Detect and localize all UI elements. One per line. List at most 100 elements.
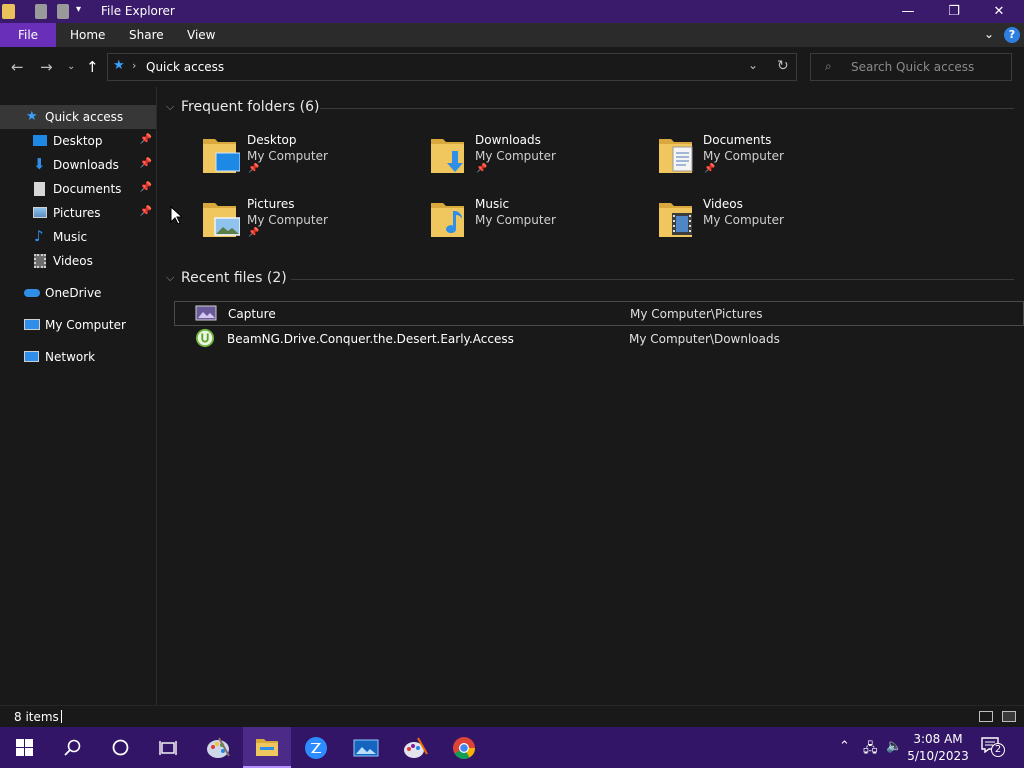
documents-folder-icon	[659, 139, 693, 173]
folder-tile-music[interactable]: Music My Computer	[428, 197, 648, 253]
show-hidden-icons-icon[interactable]: ⌃	[839, 739, 850, 754]
folder-tile-documents[interactable]: Documents My Computer 📌	[656, 133, 876, 189]
network-icon	[24, 351, 39, 362]
desktop-icon	[33, 135, 47, 146]
search-icon: ⌕	[825, 59, 832, 73]
cortana-button[interactable]	[96, 727, 144, 768]
section-heading-recent[interactable]: Recent files (2)	[181, 270, 287, 286]
sidebar-item-pictures[interactable]: Pictures 📌	[0, 201, 156, 225]
notification-badge: 2	[991, 743, 1005, 757]
tab-file[interactable]: File	[0, 23, 56, 47]
photos-app-button[interactable]	[342, 727, 390, 768]
large-icons-view-icon[interactable]	[1002, 711, 1016, 722]
title-bar[interactable]: ▾ File Explorer — ❐ ✕	[0, 0, 1024, 23]
recent-file-row[interactable]: Capture My Computer\Pictures	[174, 301, 1024, 326]
folder-tile-downloads[interactable]: Downloads My Computer 📌	[428, 133, 648, 189]
expand-ribbon-icon[interactable]: ⌄	[984, 27, 994, 41]
refresh-icon[interactable]: ↻	[777, 58, 789, 74]
sidebar-item-label: Pictures	[53, 206, 101, 220]
paint-app-button[interactable]	[194, 727, 242, 768]
sidebar-item-label: My Computer	[45, 318, 126, 332]
chrome-icon	[453, 736, 475, 759]
zoom-app-button[interactable]	[292, 727, 340, 768]
network-status-icon[interactable]: 🖧	[863, 739, 878, 761]
tab-share[interactable]: Share	[115, 23, 178, 47]
breadcrumb-separator-icon[interactable]: ›	[132, 59, 136, 72]
document-icon	[34, 182, 45, 196]
folder-location: My Computer	[703, 149, 784, 163]
help-icon[interactable]: ?	[1004, 27, 1020, 43]
start-button[interactable]	[0, 727, 48, 768]
sidebar-item-music[interactable]: ♪ Music	[0, 225, 156, 249]
divider	[320, 108, 1014, 109]
sidebar-item-videos[interactable]: Videos	[0, 249, 156, 273]
recent-file-row[interactable]: BeamNG.Drive.Conquer.the.Desert.Early.Ac…	[174, 327, 1024, 352]
minimize-button[interactable]: —	[885, 0, 931, 23]
clock[interactable]: 3:08 AM 5/10/2023	[905, 731, 971, 765]
item-count: 8 items	[14, 710, 59, 724]
music-folder-icon	[431, 203, 464, 237]
sidebar-item-network[interactable]: Network	[0, 345, 156, 369]
collapse-recent-icon[interactable]: ⌵	[166, 271, 174, 285]
quick-access-star-icon: ★	[113, 58, 125, 73]
address-bar[interactable]: ★ › Quick access ⌄ ↻	[107, 53, 797, 81]
pin-icon: 📌	[139, 182, 152, 193]
sidebar-item-my-computer[interactable]: My Computer	[0, 313, 156, 337]
search-placeholder[interactable]: Search Quick access	[851, 60, 974, 74]
sidebar-item-label: OneDrive	[45, 286, 102, 300]
recent-file-name: Capture	[228, 307, 276, 321]
properties-icon[interactable]	[35, 4, 47, 19]
videos-icon	[34, 254, 46, 268]
star-icon: ★	[26, 109, 38, 124]
download-icon: ⬇	[33, 155, 46, 173]
folder-name: Pictures	[247, 197, 295, 211]
sidebar-item-documents[interactable]: Documents 📌	[0, 177, 156, 201]
close-button[interactable]: ✕	[976, 0, 1022, 23]
task-view-icon	[159, 740, 177, 755]
chrome-app-button[interactable]	[440, 727, 488, 768]
recent-file-name: BeamNG.Drive.Conquer.the.Desert.Early.Ac…	[227, 332, 514, 346]
minimize-icon: —	[901, 4, 915, 19]
divider	[291, 279, 1014, 280]
up-arrow-icon[interactable]: ↑	[86, 58, 99, 76]
action-center-button[interactable]: 2	[981, 737, 1005, 757]
maximize-button[interactable]: ❐	[931, 0, 977, 23]
status-bar: 8 items	[0, 705, 1024, 727]
search-box[interactable]: ⌕ Search Quick access	[810, 53, 1012, 81]
paint-3d-app-button[interactable]	[391, 727, 439, 768]
mouse-cursor-icon	[170, 206, 182, 225]
collapse-frequent-icon[interactable]: ⌵	[166, 100, 174, 114]
volume-icon[interactable]: 🔈	[886, 739, 902, 754]
address-dropdown-icon[interactable]: ⌄	[748, 58, 758, 72]
sidebar-item-label: Music	[53, 230, 88, 244]
tab-home[interactable]: Home	[56, 23, 119, 47]
breadcrumb-current[interactable]: Quick access	[146, 60, 224, 74]
file-explorer-button[interactable]	[243, 727, 291, 768]
recent-file-path: My Computer\Downloads	[629, 332, 780, 346]
section-heading-frequent[interactable]: Frequent folders (6)	[181, 99, 320, 115]
task-view-button[interactable]	[144, 727, 192, 768]
search-button[interactable]	[48, 727, 96, 768]
back-arrow-icon[interactable]: ←	[11, 58, 24, 76]
customize-toolbar-icon[interactable]: ▾	[76, 4, 81, 15]
sidebar-item-desktop[interactable]: Desktop 📌	[0, 129, 156, 153]
folder-tile-desktop[interactable]: Desktop My Computer 📌	[200, 133, 420, 189]
folder-name: Videos	[703, 197, 743, 211]
sidebar-item-quick-access[interactable]: ★ Quick access	[0, 105, 156, 129]
sidebar-item-label: Documents	[53, 182, 122, 196]
tab-view[interactable]: View	[173, 23, 229, 47]
desktop-folder-icon	[203, 139, 240, 173]
folder-tile-pictures[interactable]: Pictures My Computer 📌	[200, 197, 420, 253]
cloud-icon	[24, 289, 40, 297]
forward-arrow-icon[interactable]: →	[40, 58, 53, 76]
sidebar-item-label: Quick access	[45, 110, 124, 124]
sidebar-item-onedrive[interactable]: OneDrive	[0, 281, 156, 305]
new-folder-icon[interactable]	[57, 4, 69, 19]
pin-icon: 📌	[139, 206, 152, 217]
taskbar: ⌃ 🖧 🔈 3:08 AM 5/10/2023 2	[0, 727, 1024, 768]
details-view-icon[interactable]	[979, 711, 993, 722]
sidebar-item-downloads[interactable]: ⬇ Downloads 📌	[0, 153, 156, 177]
recent-locations-icon[interactable]: ⌄	[67, 61, 75, 72]
folder-tile-videos[interactable]: Videos My Computer	[656, 197, 876, 253]
sidebar-item-label: Desktop	[53, 134, 103, 148]
